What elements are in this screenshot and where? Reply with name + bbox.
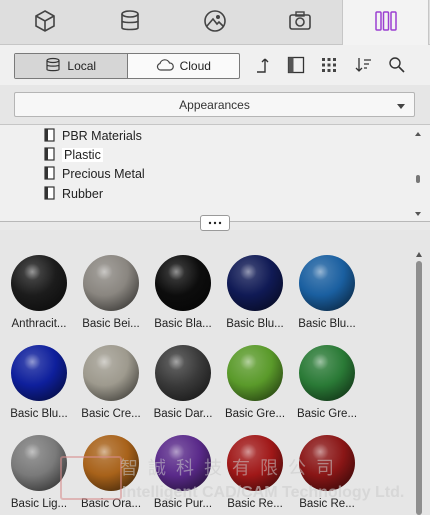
pane-splitter[interactable] [0, 215, 430, 231]
material-label: Basic Gre... [296, 408, 358, 420]
material-preview-sphere [83, 435, 139, 491]
upload-icon [255, 56, 271, 77]
material-preview-sphere [83, 345, 139, 401]
source-toggle: Local Cloud [14, 53, 240, 79]
material-swatch[interactable]: Basic Dar... [147, 345, 219, 420]
material-preview-sphere [227, 345, 283, 401]
grid-view-button[interactable] [319, 56, 339, 76]
upload-button[interactable] [253, 56, 273, 76]
material-label: Basic Dar... [153, 408, 213, 420]
material-swatch[interactable]: Basic Ora... [75, 435, 147, 510]
material-label: Basic Lig... [10, 498, 68, 510]
material-swatch[interactable]: Basic Blu... [219, 255, 291, 330]
material-swatch[interactable]: Basic Blu... [291, 255, 363, 330]
search-button[interactable] [387, 56, 407, 76]
material-label: Basic Cre... [81, 408, 141, 420]
chevron-down-icon [396, 100, 406, 114]
material-label: Basic Bla... [154, 318, 212, 330]
tree-item-rubber[interactable]: Rubber [44, 185, 103, 203]
material-preview-sphere [83, 255, 139, 311]
tab-environment[interactable] [172, 0, 257, 44]
material-label: Anthracit... [11, 318, 67, 330]
tab-material-library[interactable] [342, 0, 429, 45]
material-preview-sphere [227, 435, 283, 491]
layout-toggle-button[interactable] [286, 56, 306, 76]
book-icon [44, 146, 56, 164]
materials-scrollbar[interactable] [412, 231, 430, 515]
material-label: Basic Bei... [82, 318, 140, 330]
tab-camera[interactable] [257, 0, 342, 44]
material-swatch[interactable]: Basic Blu... [3, 345, 75, 420]
scrollbar-thumb[interactable] [416, 261, 422, 515]
appearances-dropdown-value: Appearances [179, 97, 250, 112]
material-swatch[interactable]: Anthracit... [3, 255, 75, 330]
material-swatch[interactable]: Basic Gre... [291, 345, 363, 420]
cloud-button[interactable]: Cloud [128, 54, 240, 78]
search-icon [388, 56, 406, 77]
material-preview-sphere [155, 255, 211, 311]
image-icon [203, 9, 227, 36]
material-swatch[interactable]: Basic Re... [219, 435, 291, 510]
material-label: Basic Re... [299, 498, 355, 510]
material-swatch[interactable]: Basic Bei... [75, 255, 147, 330]
tree-scrollbar[interactable] [414, 129, 422, 219]
sort-icon [354, 56, 372, 77]
tree-item-label: Plastic [62, 148, 103, 162]
sort-button[interactable] [353, 56, 373, 76]
cloud-label: Cloud [179, 59, 211, 73]
material-swatch[interactable]: Basic Pur... [147, 435, 219, 510]
tree-item-plastic[interactable]: Plastic [44, 146, 103, 164]
tab-bar [0, 0, 430, 45]
material-preview-sphere [299, 435, 355, 491]
tree-item-label: Precious Metal [62, 167, 145, 181]
database-icon [118, 9, 142, 36]
material-preview-sphere [227, 255, 283, 311]
material-swatch[interactable]: Basic Bla... [147, 255, 219, 330]
tree-item-label: PBR Materials [62, 129, 142, 143]
database-icon [45, 57, 61, 76]
category-tree-pane: PBR Materials Plastic Precious Metal Rub… [0, 124, 430, 223]
tab-model[interactable] [2, 0, 87, 44]
material-preview-sphere [299, 345, 355, 401]
material-preview-sphere [11, 435, 67, 491]
appearances-dropdown[interactable]: Appearances [14, 92, 415, 117]
material-label: Basic Re... [227, 498, 283, 510]
cube-icon [33, 9, 57, 36]
material-library-icon [374, 9, 398, 36]
book-icon [44, 165, 56, 183]
cloud-icon [156, 58, 174, 75]
grid-view-icon [320, 56, 338, 77]
material-preview-sphere [11, 345, 67, 401]
material-label: Basic Blu... [226, 318, 284, 330]
material-label: Basic Ora... [80, 498, 142, 510]
library-toolbar: Local Cloud [0, 45, 430, 85]
material-label: Basic Gre... [224, 408, 286, 420]
material-swatch[interactable]: Basic Cre... [75, 345, 147, 420]
tree-item-pbr-materials[interactable]: PBR Materials [44, 127, 142, 145]
layout-icon [287, 56, 305, 77]
material-preview-sphere [299, 255, 355, 311]
local-button[interactable]: Local [15, 54, 128, 78]
splitter-grip-handle[interactable] [200, 215, 230, 231]
tab-database[interactable] [87, 0, 172, 44]
book-icon [44, 127, 56, 145]
tree-item-precious-metal[interactable]: Precious Metal [44, 165, 145, 183]
materials-grid: Anthracit... Basic Bei... Basic Bla... Basi… [0, 231, 412, 515]
camera-icon [288, 10, 312, 35]
local-label: Local [67, 59, 97, 73]
material-preview-sphere [155, 435, 211, 491]
tree-item-label: Rubber [62, 187, 103, 201]
material-preview-sphere [11, 255, 67, 311]
material-preview-sphere [155, 345, 211, 401]
material-label: Basic Pur... [153, 498, 213, 510]
material-swatch[interactable]: Basic Re... [291, 435, 363, 510]
material-swatch[interactable]: Basic Lig... [3, 435, 75, 510]
material-swatch[interactable]: Basic Gre... [219, 345, 291, 420]
book-icon [44, 185, 56, 203]
material-label: Basic Blu... [10, 408, 68, 420]
material-label: Basic Blu... [298, 318, 356, 330]
